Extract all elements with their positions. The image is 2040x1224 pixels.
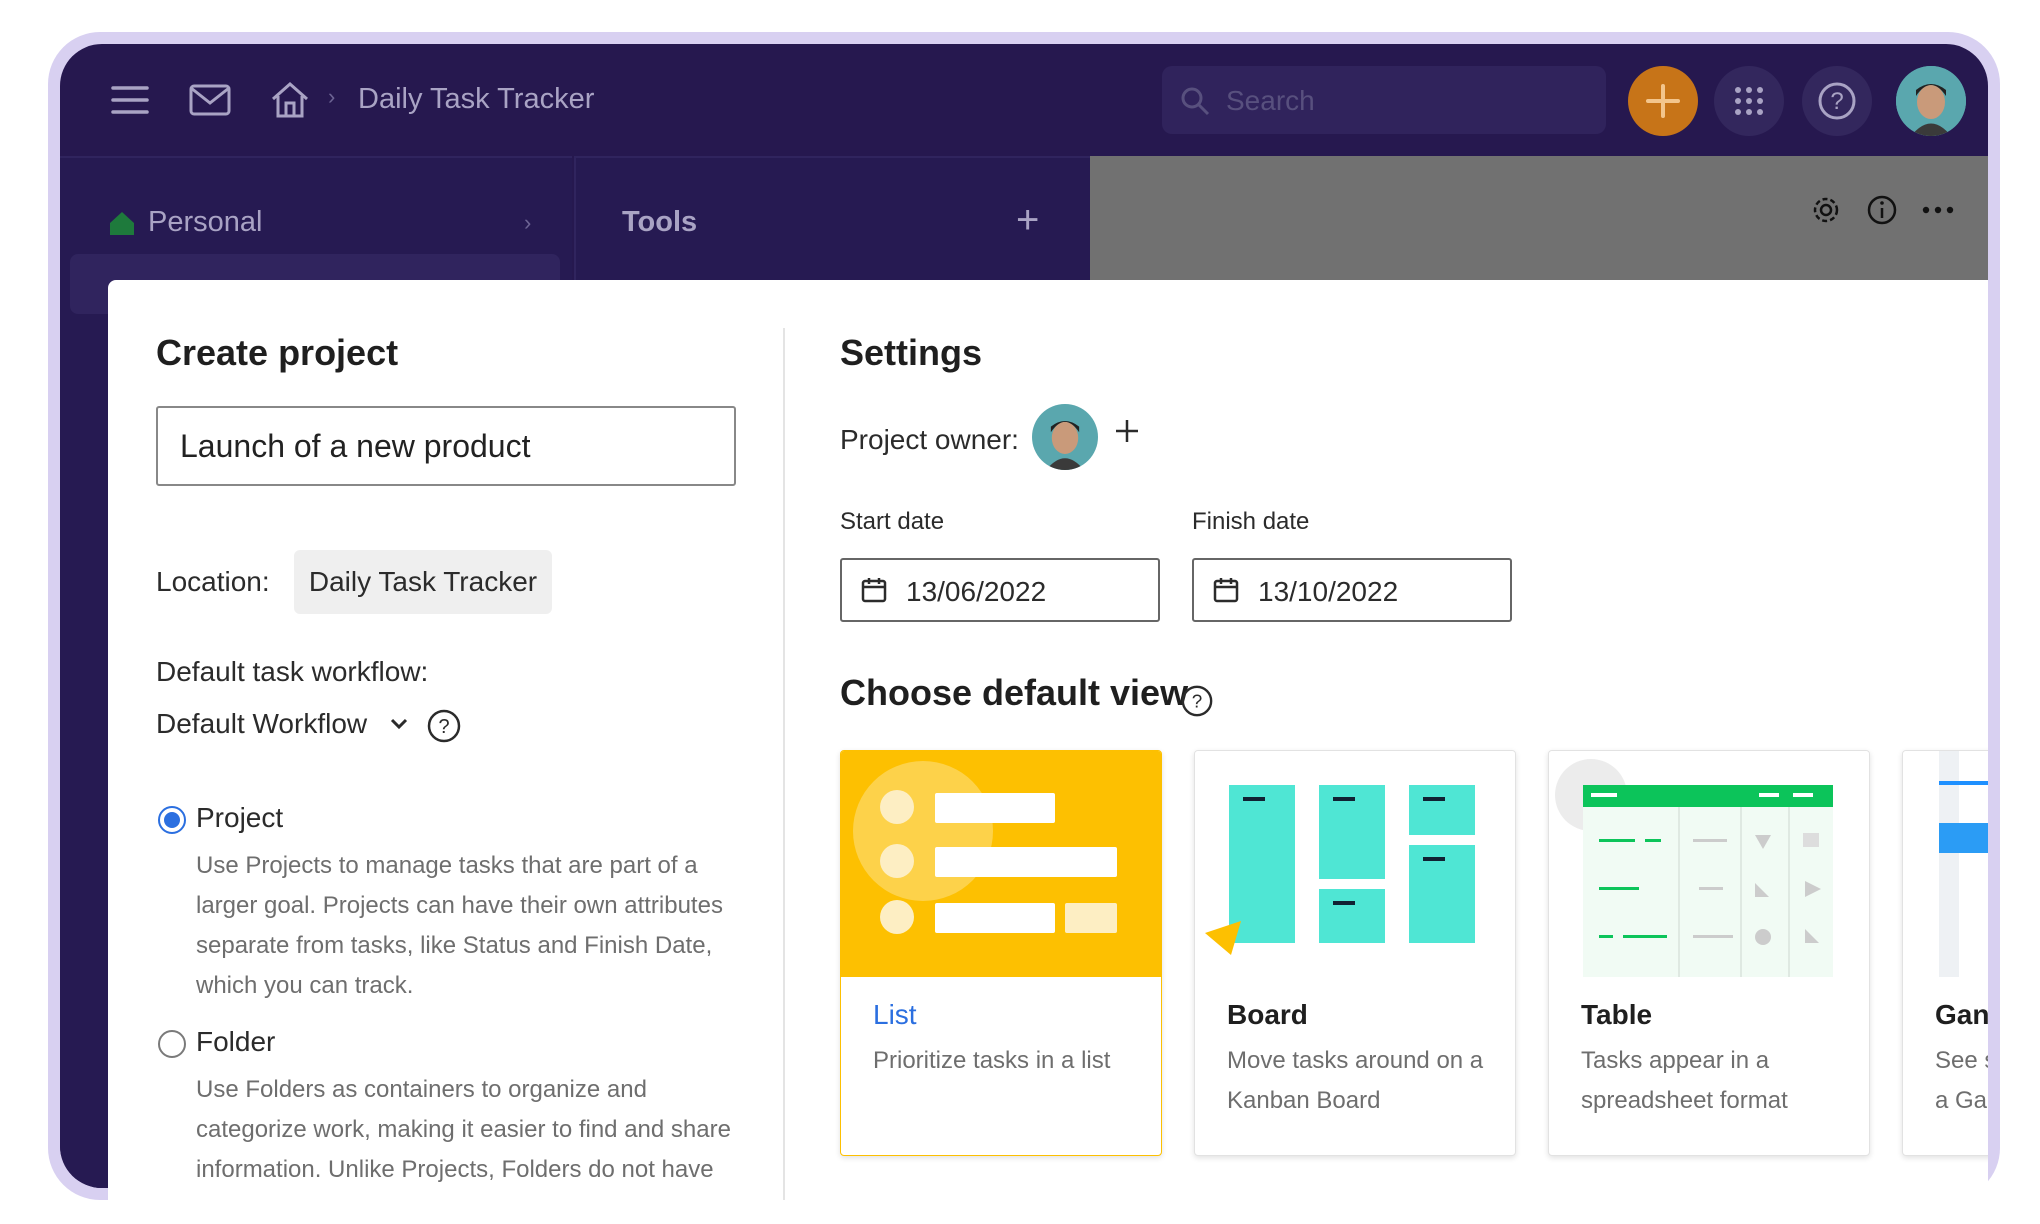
list-thumbnail (841, 751, 1161, 977)
top-bar: › Daily Task Tracker Search ? (60, 44, 1988, 156)
view-card-table[interactable]: Table Tasks appear in a spreadsheet form… (1548, 750, 1870, 1156)
gear-icon[interactable] (1808, 192, 1844, 228)
modal-title: Create project (156, 332, 399, 373)
sidebar-item-personal[interactable]: Personal (148, 206, 262, 239)
calendar-icon (1212, 576, 1240, 609)
start-date-field[interactable]: 13/06/2022 (840, 558, 1160, 622)
view-card-title: Table (1581, 999, 1653, 1030)
workflow-label: Default task workflow: (156, 656, 429, 687)
home-icon[interactable] (264, 74, 316, 126)
create-project-modal: Create project Launch of a new product L… (108, 280, 1988, 1200)
location-label: Location: (156, 566, 270, 597)
view-card-description: Prioritize tasks in a list (873, 1047, 1111, 1074)
finish-date-label: Finish date (1192, 508, 1310, 535)
view-card-description: Move tasks around on a Kanban Board (1227, 1047, 1484, 1114)
view-card-title: Gant (1935, 999, 1988, 1030)
folder-option-description: Use Folders as containers to organize an… (196, 1076, 731, 1183)
view-card-title: List (873, 999, 917, 1030)
chevron-right-icon: › (328, 84, 336, 109)
owner-avatar[interactable] (1032, 404, 1098, 470)
svg-text:?: ? (1830, 88, 1843, 115)
start-date-value: 13/06/2022 (906, 576, 1047, 607)
personal-home-icon (108, 210, 136, 241)
finish-date-value: 13/10/2022 (1258, 576, 1399, 607)
view-card-title: Board (1227, 999, 1308, 1030)
svg-text:?: ? (438, 716, 449, 738)
view-card-board[interactable]: Board Move tasks around on a Kanban Boar… (1194, 750, 1516, 1156)
add-tool-plus-icon[interactable]: + (1016, 198, 1039, 243)
location-chip[interactable]: Daily Task Tracker (294, 550, 552, 614)
workflow-select[interactable]: Default Workflow (156, 708, 367, 740)
view-card-description: Tasks appear in a spreadsheet format (1581, 1047, 1788, 1114)
search-placeholder: Search (1226, 85, 1315, 116)
view-card-description: See sc a Gan (1935, 1047, 1988, 1114)
view-card-gantt[interactable]: Gant See sc a Gan (1902, 750, 1988, 1156)
svg-text:?: ? (1192, 692, 1203, 713)
help-button[interactable]: ? (1802, 66, 1872, 136)
add-owner-plus-icon[interactable] (1114, 418, 1140, 449)
mail-icon[interactable] (184, 74, 236, 126)
tools-title: Tools (622, 206, 698, 238)
plus-icon (1646, 84, 1680, 118)
calendar-icon (860, 576, 888, 609)
help-icon: ? (1818, 82, 1856, 120)
info-icon[interactable] (1864, 192, 1900, 228)
chevron-right-icon: › (524, 210, 532, 235)
project-name-input[interactable]: Launch of a new product (156, 406, 736, 486)
workflow-help-icon[interactable]: ? (426, 708, 462, 749)
chevron-down-icon[interactable] (388, 716, 410, 737)
start-date-label: Start date (840, 508, 945, 535)
owner-label: Project owner: (840, 424, 1019, 455)
modal-divider (783, 328, 785, 1200)
breadcrumb-current[interactable]: Daily Task Tracker (358, 83, 594, 116)
default-view-title: Choose default view (840, 672, 1189, 713)
table-thumbnail (1549, 751, 1869, 977)
menu-icon[interactable] (104, 74, 156, 126)
folder-option-label[interactable]: Folder (196, 1026, 275, 1058)
view-card-list[interactable]: List Prioritize tasks in a list (840, 750, 1162, 1156)
project-radio[interactable] (158, 806, 186, 834)
folder-radio[interactable] (158, 1030, 186, 1058)
board-thumbnail (1195, 751, 1515, 977)
search-icon (1180, 86, 1210, 121)
project-option-label[interactable]: Project (196, 802, 283, 834)
user-avatar[interactable] (1896, 66, 1966, 136)
settings-title: Settings (840, 332, 983, 373)
search-input[interactable]: Search (1162, 66, 1606, 134)
more-icon[interactable] (1920, 192, 1956, 228)
apps-grid-icon (1735, 87, 1763, 115)
view-help-icon[interactable]: ? (1180, 684, 1214, 723)
create-button[interactable] (1628, 66, 1698, 136)
finish-date-field[interactable]: 13/10/2022 (1192, 558, 1512, 622)
gantt-thumbnail (1903, 751, 1988, 977)
apps-grid-button[interactable] (1714, 66, 1784, 136)
project-option-description: Use Projects to manage tasks that are pa… (196, 852, 723, 999)
